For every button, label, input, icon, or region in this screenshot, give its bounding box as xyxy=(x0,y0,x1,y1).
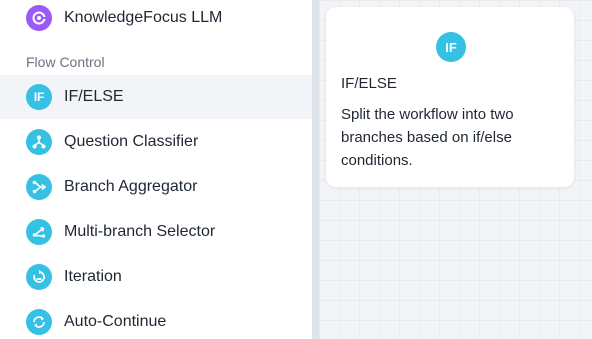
sidebar-item-label: Question Classifier xyxy=(64,133,199,150)
aggregator-icon xyxy=(26,174,52,200)
sidebar-scrollbar[interactable] xyxy=(312,0,319,339)
sidebar-item-label: Branch Aggregator xyxy=(64,178,198,195)
card-description: Split the workflow into two branches bas… xyxy=(341,106,514,169)
sidebar-item-if-else[interactable]: IF IF/ELSE xyxy=(0,75,312,119)
node-preview-card: IF IF/ELSE Split the workflow into two b… xyxy=(326,7,574,187)
sidebar-item-label: Iteration xyxy=(64,268,122,285)
if-icon: IF xyxy=(436,32,466,62)
sidebar-item-iteration[interactable]: Iteration xyxy=(0,255,312,299)
classifier-icon xyxy=(26,129,52,155)
sidebar-item-auto-continue[interactable]: Auto-Continue xyxy=(0,300,312,339)
sidebar-item-label: Multi-branch Selector xyxy=(64,223,216,240)
card-title: IF/ELSE xyxy=(341,75,397,92)
if-icon-text: IF xyxy=(33,90,45,104)
selector-icon xyxy=(26,219,52,245)
sidebar-item-branch-aggregator[interactable]: Branch Aggregator xyxy=(0,165,312,209)
if-icon: IF xyxy=(26,84,52,110)
sidebar-item-question-classifier[interactable]: Question Classifier xyxy=(0,120,312,164)
card-icon-text: IF xyxy=(445,39,457,55)
section-title-flow-control: Flow Control xyxy=(26,54,105,70)
sidebar-item-multi-branch-selector[interactable]: Multi-branch Selector xyxy=(0,210,312,254)
auto-continue-icon xyxy=(26,309,52,335)
llm-icon xyxy=(26,5,52,31)
iteration-icon xyxy=(26,264,52,290)
sidebar-item-knowledgefocus-llm[interactable]: KnowledgeFocus LLM xyxy=(0,0,312,40)
node-sidebar: KnowledgeFocus LLM Flow Control IF IF/EL… xyxy=(0,0,312,339)
sidebar-item-label: KnowledgeFocus LLM xyxy=(64,9,223,26)
sidebar-item-label: IF/ELSE xyxy=(64,88,124,105)
sidebar-item-label: Auto-Continue xyxy=(64,313,167,330)
